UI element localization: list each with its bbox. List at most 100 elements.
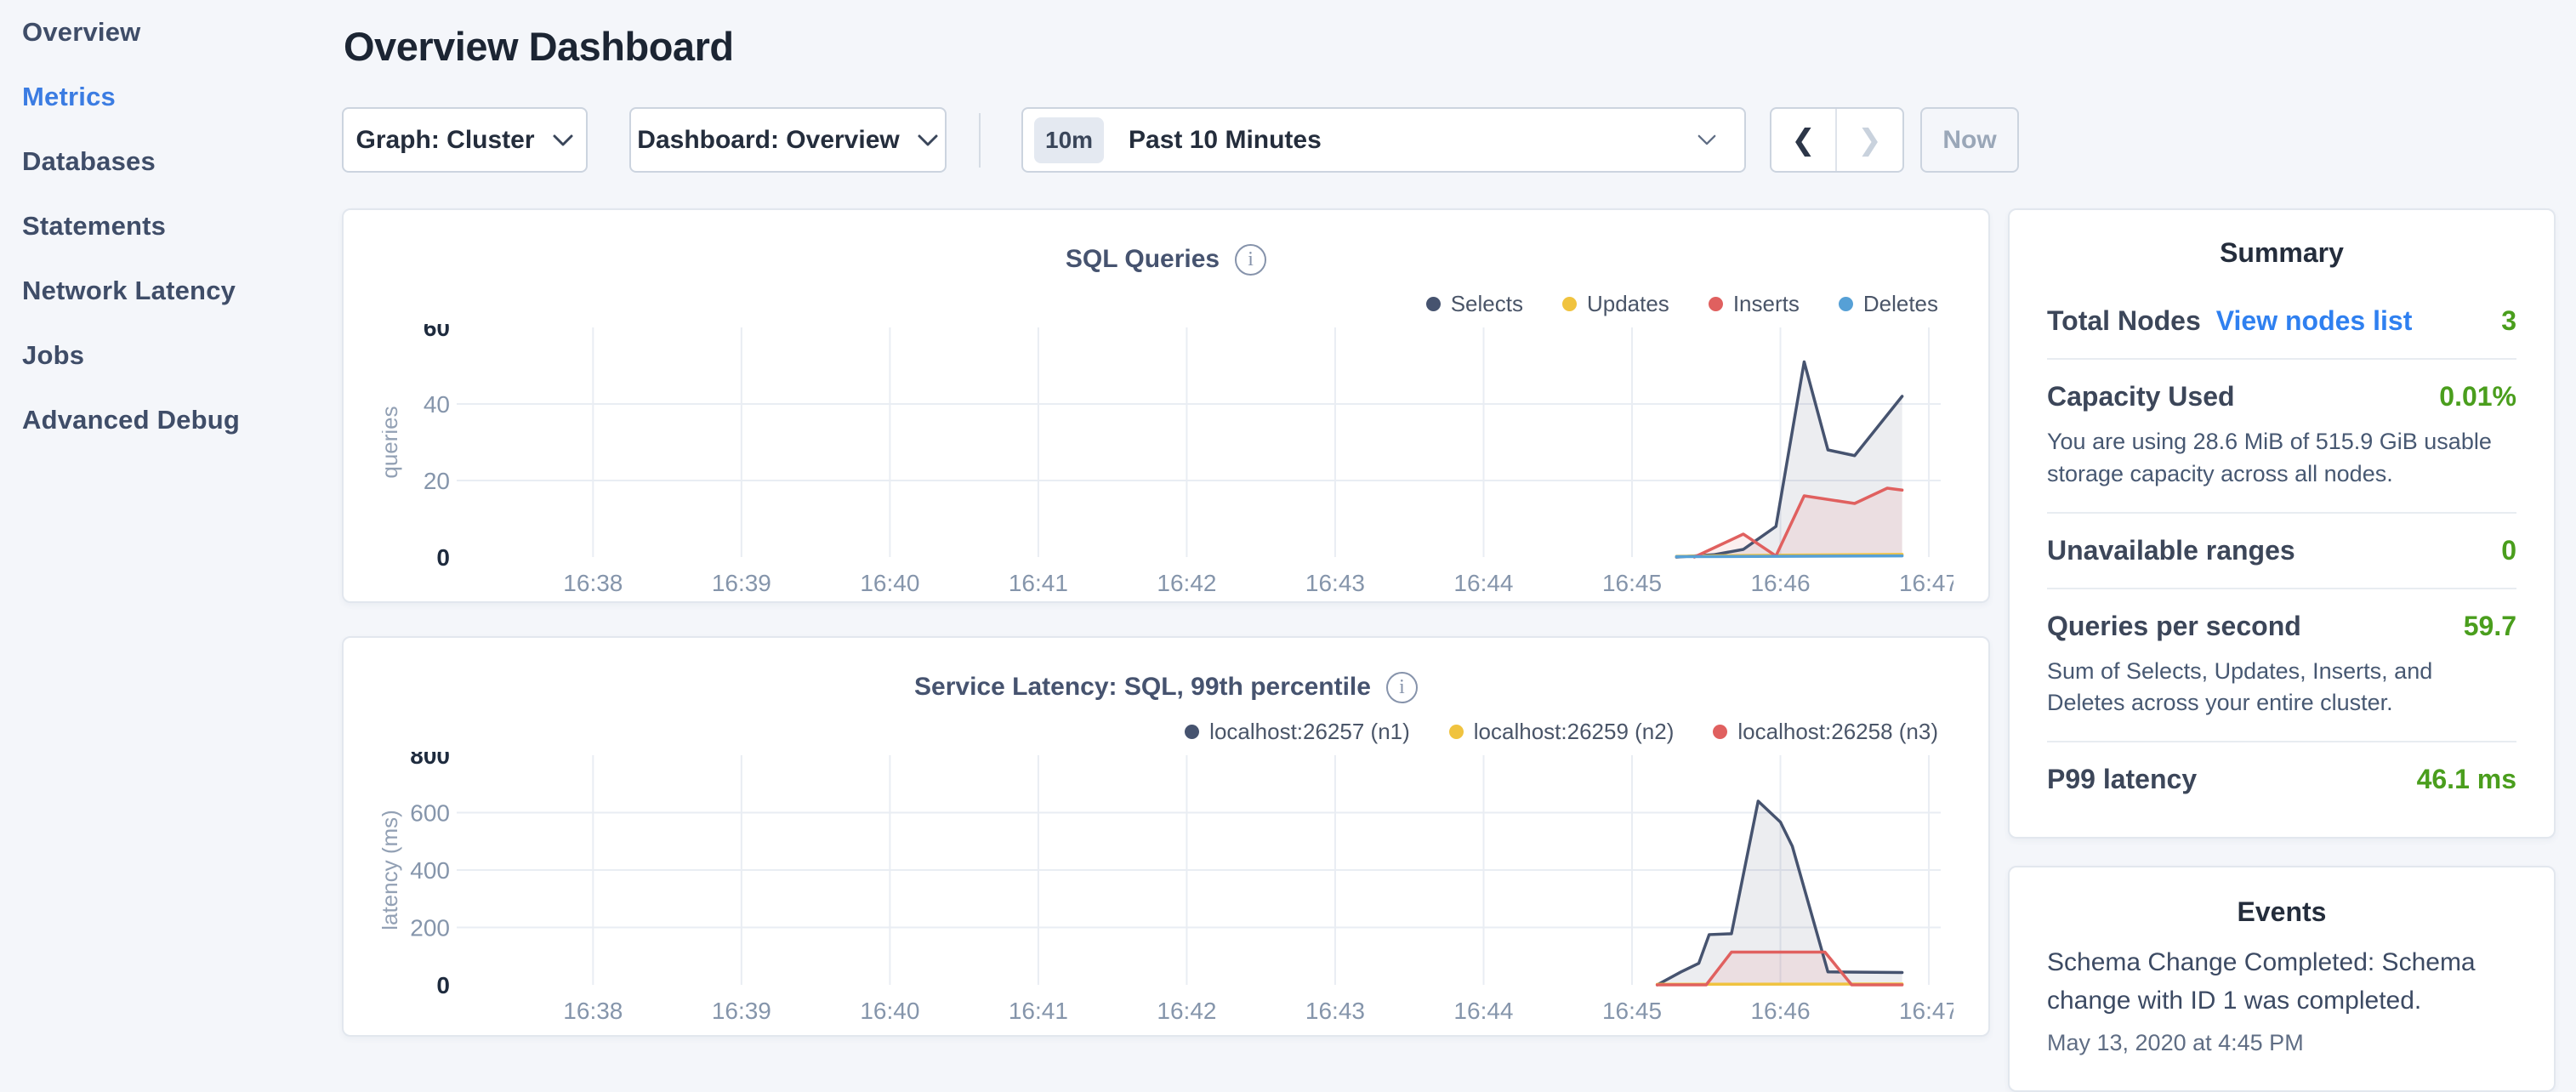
summary-panel: Summary Total Nodes View nodes list 3 Ca… — [2008, 208, 2556, 839]
svg-text:16:46: 16:46 — [1750, 998, 1810, 1024]
svg-text:16:41: 16:41 — [1009, 570, 1068, 596]
legend-dot-icon — [1185, 725, 1199, 739]
chart-legend: Selects Updates Inserts Deletes — [382, 288, 1950, 319]
svg-text:0: 0 — [436, 544, 450, 571]
legend-label: localhost:26257 (n1) — [1209, 719, 1410, 745]
svg-text:16:43: 16:43 — [1305, 998, 1365, 1024]
chevron-right-icon: ❯ — [1857, 123, 1882, 157]
legend-item: localhost:26257 (n1) — [1185, 719, 1410, 745]
sidebar: Overview Metrics Databases Statements Ne… — [0, 0, 342, 1051]
svg-text:60: 60 — [424, 324, 450, 341]
time-range-badge: 10m — [1034, 117, 1104, 163]
toolbar-divider — [979, 113, 981, 168]
sidebar-item-statements[interactable]: Statements — [22, 211, 342, 242]
graph-scope-dropdown[interactable]: Graph: Cluster — [342, 107, 588, 173]
legend-label: Deletes — [1863, 291, 1938, 317]
event-text: Schema Change Completed: Schema change w… — [2047, 943, 2516, 1020]
legend-label: localhost:26258 (n3) — [1737, 719, 1938, 745]
svg-text:16:39: 16:39 — [712, 570, 771, 596]
svg-text:16:39: 16:39 — [712, 998, 771, 1024]
svg-text:16:45: 16:45 — [1602, 570, 1662, 596]
chevron-down-icon — [1697, 134, 1719, 147]
service-latency-chart-card: Service Latency: SQL, 99th percentile i … — [342, 636, 1990, 1037]
svg-text:16:42: 16:42 — [1157, 570, 1216, 596]
summary-row-label: P99 latency — [2047, 764, 2197, 795]
legend-item: Updates — [1562, 291, 1669, 317]
time-range-selector[interactable]: 10m Past 10 Minutes — [1021, 107, 1746, 173]
summary-row-total-nodes: Total Nodes View nodes list 3 — [2047, 284, 2516, 358]
now-button[interactable]: Now — [1920, 107, 2019, 173]
svg-text:16:43: 16:43 — [1305, 570, 1365, 596]
svg-text:800: 800 — [410, 752, 450, 769]
legend-label: Inserts — [1733, 291, 1800, 317]
svg-text:16:40: 16:40 — [860, 998, 919, 1024]
sidebar-item-overview[interactable]: Overview — [22, 17, 342, 48]
summary-row-description: You are using 28.6 MiB of 515.9 GiB usab… — [2047, 426, 2516, 491]
time-step-buttons: ❮ ❯ — [1770, 107, 1904, 173]
service-latency-chart[interactable]: 16:3816:3916:4016:4116:4216:4316:4416:45… — [382, 752, 1950, 1030]
summary-row-label: Unavailable ranges — [2047, 535, 2295, 566]
legend-label: Updates — [1587, 291, 1669, 317]
svg-text:200: 200 — [410, 915, 450, 941]
legend-label: localhost:26259 (n2) — [1474, 719, 1675, 745]
info-icon[interactable]: i — [1386, 672, 1418, 703]
chart-title: SQL Queries — [1066, 245, 1220, 274]
legend-item: localhost:26258 (n3) — [1713, 719, 1938, 745]
time-range-label: Past 10 Minutes — [1129, 126, 1697, 155]
svg-text:latency (ms): latency (ms) — [382, 810, 402, 930]
legend-item: Deletes — [1839, 291, 1938, 317]
sidebar-item-jobs[interactable]: Jobs — [22, 340, 342, 371]
legend-dot-icon — [1839, 297, 1853, 311]
chevron-left-icon: ❮ — [1791, 123, 1816, 157]
charts-column: SQL Queries i Selects Updates Inserts Delet… — [342, 208, 1990, 1037]
summary-row-label: Total Nodes — [2047, 305, 2201, 337]
svg-text:20: 20 — [424, 468, 450, 494]
sidebar-item-databases[interactable]: Databases — [22, 146, 342, 177]
svg-text:16:38: 16:38 — [563, 570, 623, 596]
sidebar-item-network-latency[interactable]: Network Latency — [22, 276, 342, 306]
summary-row-value: 46.1 ms — [2417, 764, 2516, 795]
sql-queries-chart-card: SQL Queries i Selects Updates Inserts Delet… — [342, 208, 1990, 603]
side-column: Summary Total Nodes View nodes list 3 Ca… — [2008, 208, 2556, 1092]
summary-row-label: Queries per second — [2047, 611, 2301, 642]
events-panel: Events Schema Change Completed: Schema c… — [2008, 866, 2556, 1092]
svg-text:16:46: 16:46 — [1750, 570, 1810, 596]
legend-dot-icon — [1426, 297, 1441, 311]
time-step-back-button[interactable]: ❮ — [1771, 109, 1837, 171]
summary-row-value: 3 — [2501, 305, 2516, 337]
sql-queries-chart[interactable]: 16:38 16:39 16:40 16:41 16:42 16:43 16:44 16:45… — [382, 324, 1950, 602]
svg-text:40: 40 — [424, 391, 450, 418]
summary-row-description: Sum of Selects, Updates, Inserts, and De… — [2047, 656, 2516, 720]
summary-row-value: 59.7 — [2464, 611, 2516, 642]
svg-text:16:42: 16:42 — [1157, 998, 1216, 1024]
page-title: Overview Dashboard — [344, 23, 2556, 70]
toolbar: Graph: Cluster Dashboard: Overview 10m P… — [342, 107, 2556, 173]
sidebar-item-advanced-debug[interactable]: Advanced Debug — [22, 405, 342, 435]
event-list-item: Schema Change Completed: Schema change w… — [2047, 943, 2516, 1056]
svg-text:queries: queries — [382, 406, 402, 478]
time-step-forward-button[interactable]: ❯ — [1837, 109, 1902, 171]
svg-text:16:38: 16:38 — [563, 998, 623, 1024]
summary-row-p99-latency: P99 latency 46.1 ms — [2047, 741, 2516, 816]
legend-dot-icon — [1562, 297, 1577, 311]
sidebar-item-metrics[interactable]: Metrics — [22, 82, 342, 112]
chart-title: Service Latency: SQL, 99th percentile — [914, 673, 1371, 702]
legend-item: Selects — [1426, 291, 1523, 317]
svg-text:16:45: 16:45 — [1602, 998, 1662, 1024]
svg-text:16:47: 16:47 — [1899, 570, 1953, 596]
legend-item: localhost:26259 (n2) — [1449, 719, 1675, 745]
legend-item: Inserts — [1709, 291, 1800, 317]
svg-text:16:44: 16:44 — [1453, 570, 1513, 596]
view-nodes-list-link[interactable]: View nodes list — [2216, 305, 2413, 337]
legend-dot-icon — [1713, 725, 1727, 739]
svg-text:600: 600 — [410, 800, 450, 827]
chevron-down-icon — [552, 134, 574, 147]
graph-scope-dropdown-label: Graph: Cluster — [355, 126, 534, 155]
events-heading: Events — [2047, 896, 2516, 928]
dashboard-dropdown[interactable]: Dashboard: Overview — [629, 107, 947, 173]
dashboard-dropdown-label: Dashboard: Overview — [637, 126, 899, 155]
summary-row-queries-per-second: Queries per second 59.7 Sum of Selects, … — [2047, 588, 2516, 742]
svg-text:16:40: 16:40 — [860, 570, 919, 596]
summary-row-label: Capacity Used — [2047, 381, 2235, 412]
info-icon[interactable]: i — [1235, 244, 1266, 276]
